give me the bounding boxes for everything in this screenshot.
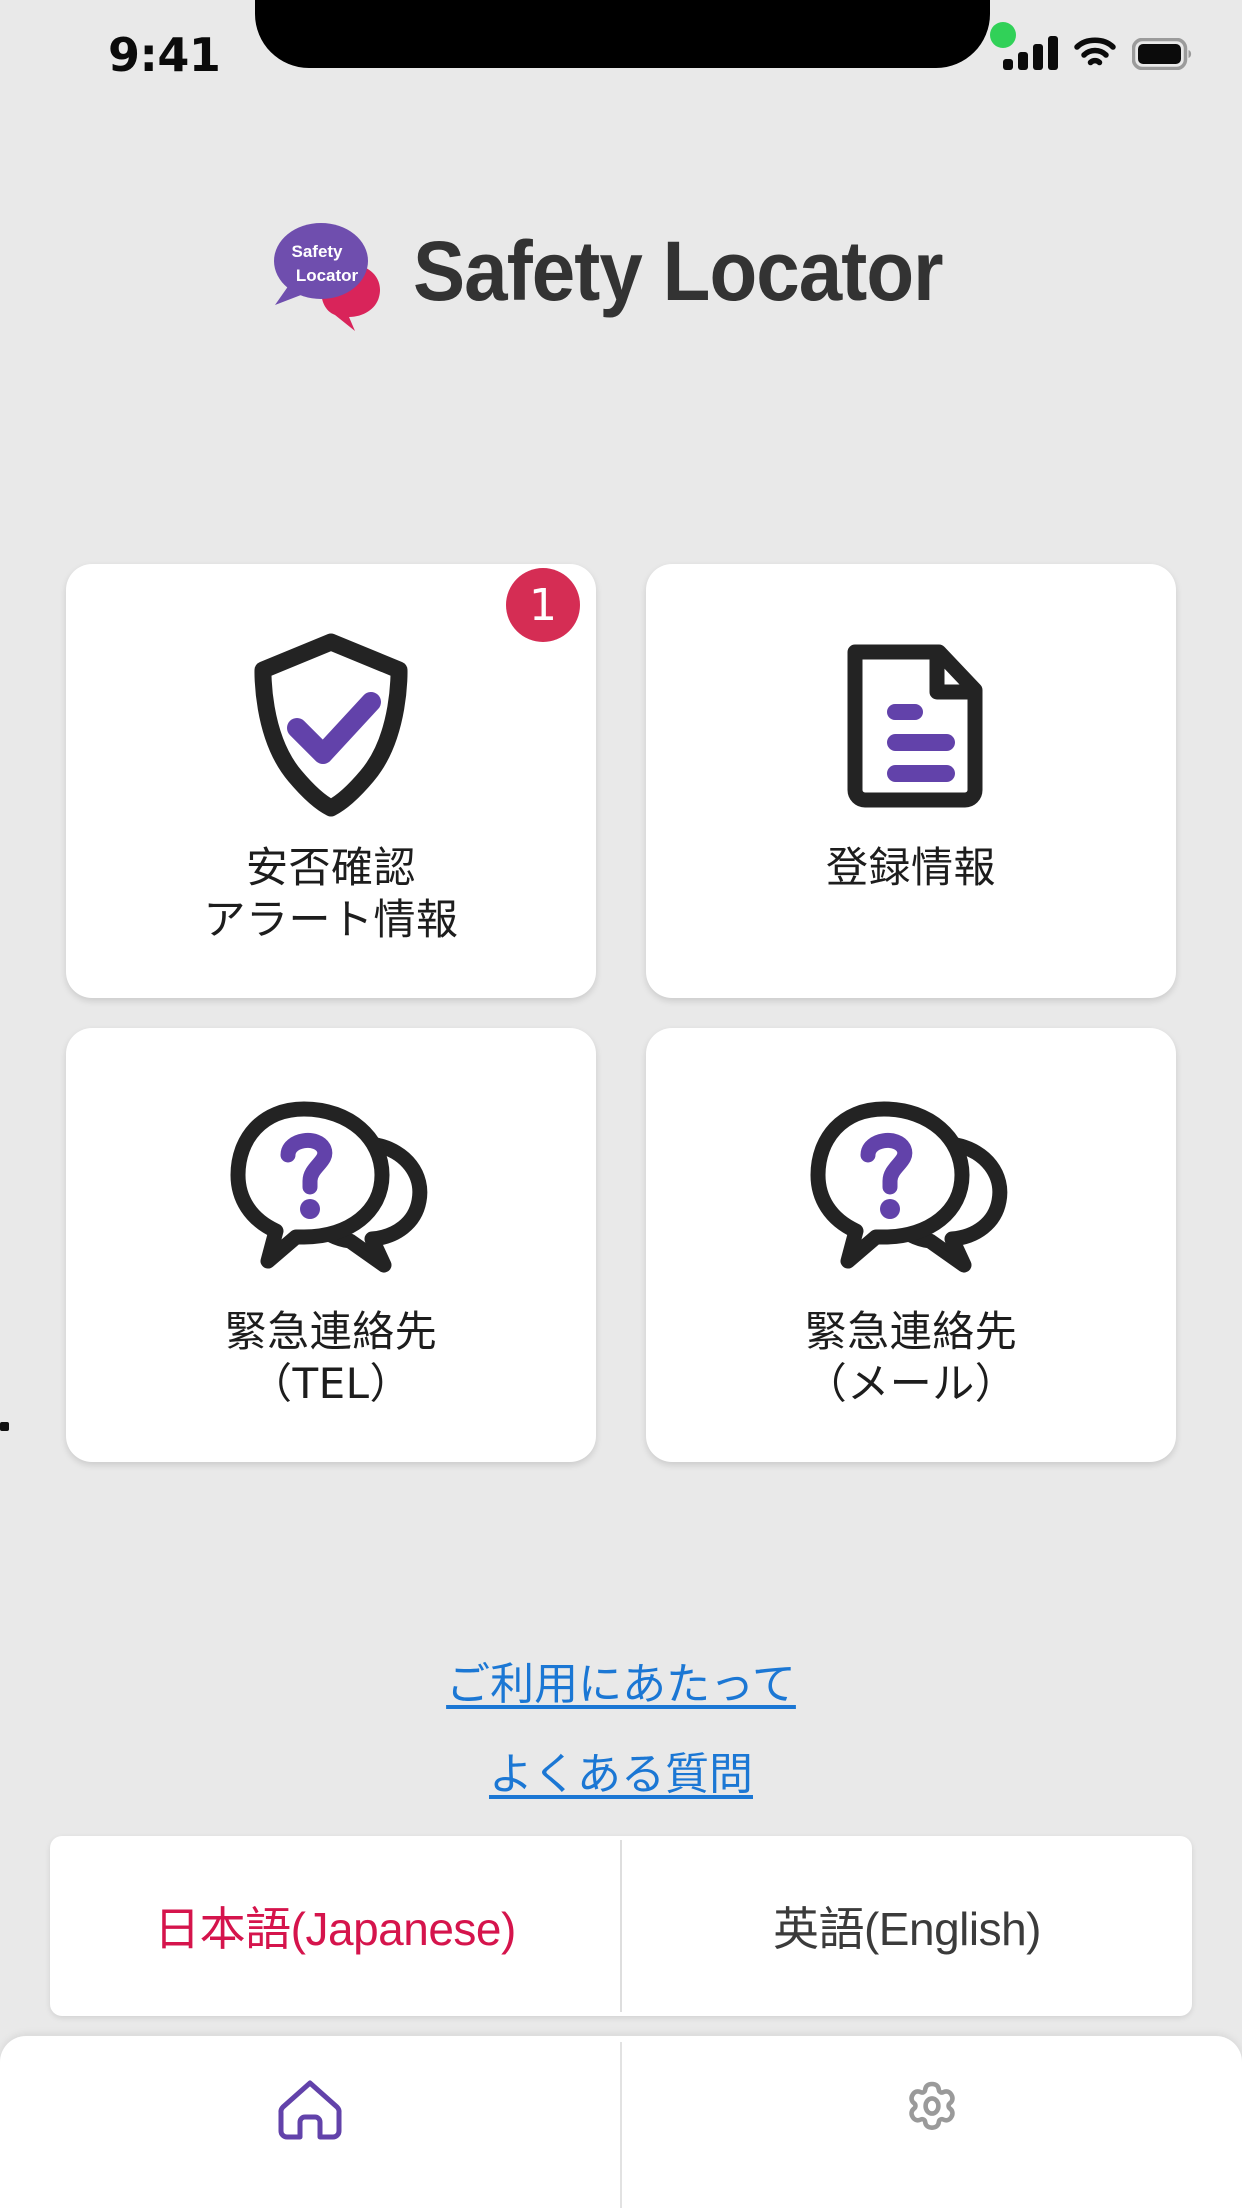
svg-text:Safety: Safety xyxy=(292,242,344,261)
tile-label-line2: アラート情報 xyxy=(203,895,459,945)
feature-tile-grid: 1 安否確認 アラート情報 登録情報 緊急連絡先 （TEL） 緊急連絡先 （メー… xyxy=(66,564,1176,1462)
battery-icon xyxy=(1131,37,1194,71)
tile-label: 安否確認 アラート情報 xyxy=(203,842,458,946)
home-icon xyxy=(274,2074,346,2151)
tile-label-line2: （TEL） xyxy=(249,1359,413,1409)
nav-item-home[interactable] xyxy=(0,2036,620,2208)
speech-bubbles-question-icon xyxy=(791,1088,1031,1288)
status-bar-time: 9:41 xyxy=(108,28,221,82)
language-option-english[interactable]: 英語(English) xyxy=(622,1836,1192,2016)
language-switch: 日本語(Japanese) 英語(English) xyxy=(50,1836,1192,2016)
footer-links: ご利用にあたって よくある質問 xyxy=(0,1648,1242,1828)
tile-label: 緊急連絡先 （TEL） xyxy=(225,1306,438,1410)
language-option-japanese[interactable]: 日本語(Japanese) xyxy=(50,1836,620,2016)
tile-label-line1: 緊急連絡先 xyxy=(804,1307,1018,1356)
tile-label-line2: （メール） xyxy=(804,1359,1018,1409)
tile-safety-confirmation-alert[interactable]: 1 安否確認 アラート情報 xyxy=(66,564,596,998)
document-lines-icon xyxy=(791,624,1031,824)
page-title: Safety Locator xyxy=(413,223,944,318)
tile-label-line1: 登録情報 xyxy=(825,843,996,892)
link-terms-of-use[interactable]: ご利用にあたって xyxy=(0,1648,1242,1712)
svg-text:Locator: Locator xyxy=(296,266,359,285)
tile-registration-info[interactable]: 登録情報 xyxy=(646,564,1176,998)
status-bar-indicators xyxy=(1003,30,1194,71)
cellular-signal-icon xyxy=(1003,36,1058,70)
device-notch xyxy=(255,0,990,68)
tile-emergency-contact-mail[interactable]: 緊急連絡先 （メール） xyxy=(646,1028,1176,1462)
screen-edge-artifact xyxy=(0,1422,9,1431)
tile-label-line1: 安否確認 xyxy=(245,843,416,892)
link-faq[interactable]: よくある質問 xyxy=(0,1738,1242,1802)
gear-icon xyxy=(896,2074,968,2151)
safety-locator-logo: Safety Locator xyxy=(259,205,391,337)
nav-item-settings[interactable] xyxy=(622,2036,1242,2208)
status-bar: 9:41 xyxy=(0,0,1242,92)
tile-emergency-contact-tel[interactable]: 緊急連絡先 （TEL） xyxy=(66,1028,596,1462)
speech-bubbles-question-icon xyxy=(211,1088,451,1288)
tile-label: 登録情報 xyxy=(826,842,996,894)
bottom-navigation-bar xyxy=(0,2036,1242,2208)
tile-label: 緊急連絡先 （メール） xyxy=(805,1306,1018,1410)
tile-label-line1: 緊急連絡先 xyxy=(224,1307,438,1356)
app-header: Safety Locator Safety Locator xyxy=(0,196,1242,346)
wifi-icon xyxy=(1073,36,1117,70)
alert-count-badge: 1 xyxy=(506,568,580,642)
shield-check-icon xyxy=(211,624,451,824)
